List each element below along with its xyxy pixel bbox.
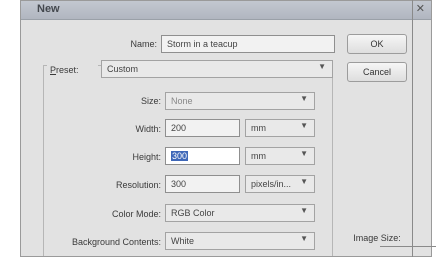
- size-label: Size:: [140, 96, 161, 106]
- color-mode-select[interactable]: RGB Color ▼: [165, 204, 315, 222]
- preset-label-text: reset:: [56, 65, 79, 75]
- chevron-down-icon: ▼: [300, 94, 308, 103]
- size-value: None: [171, 96, 193, 106]
- background-contents-label: Background Contents:: [71, 237, 161, 247]
- cancel-button[interactable]: Cancel: [347, 62, 407, 82]
- chevron-down-icon: ▼: [300, 234, 308, 243]
- ok-button[interactable]: OK: [347, 34, 407, 54]
- image-size-label: Image Size:: [353, 233, 401, 243]
- divider: [380, 246, 436, 247]
- resolution-label: Resolution:: [115, 180, 161, 190]
- width-unit-select[interactable]: mm ▼: [245, 119, 315, 137]
- height-unit-value: mm: [251, 151, 266, 161]
- dialog-title: New: [37, 3, 60, 15]
- preset-select[interactable]: Custom ▼: [101, 60, 333, 78]
- background-contents-value: White: [171, 236, 195, 246]
- chevron-down-icon: ▼: [300, 149, 308, 158]
- close-icon[interactable]: ✕: [416, 2, 425, 15]
- width-label: Width:: [135, 124, 161, 134]
- chevron-down-icon: ▼: [300, 177, 308, 186]
- height-input[interactable]: 300: [165, 147, 240, 165]
- resolution-unit-select[interactable]: pixels/in... ▼: [245, 175, 315, 193]
- size-select[interactable]: None ▼: [165, 92, 315, 110]
- resolution-input[interactable]: 300: [165, 175, 240, 193]
- new-document-dialog: New ✕ Name: Storm in a teacup Pfunction …: [20, 0, 432, 257]
- name-input[interactable]: Storm in a teacup: [161, 35, 335, 53]
- background-contents-select[interactable]: White ▼: [165, 232, 315, 250]
- height-unit-select[interactable]: mm ▼: [245, 147, 315, 165]
- resolution-unit-value: pixels/in...: [251, 179, 292, 189]
- color-mode-value: RGB Color: [171, 208, 215, 218]
- divider: [412, 0, 413, 257]
- preset-label: Pfunction slice() { [native code] }reset…: [47, 65, 98, 75]
- name-label: Name:: [130, 39, 157, 49]
- chevron-down-icon: ▼: [300, 206, 308, 215]
- width-input[interactable]: 200: [165, 119, 240, 137]
- title-bar: New ✕: [21, 1, 431, 20]
- chevron-down-icon: ▼: [318, 62, 326, 71]
- height-label: Height:: [132, 152, 161, 162]
- preset-value: Custom: [107, 64, 139, 74]
- height-value: 300: [171, 151, 189, 161]
- chevron-down-icon: ▼: [300, 121, 308, 130]
- width-unit-value: mm: [251, 123, 266, 133]
- color-mode-label: Color Mode:: [111, 209, 161, 219]
